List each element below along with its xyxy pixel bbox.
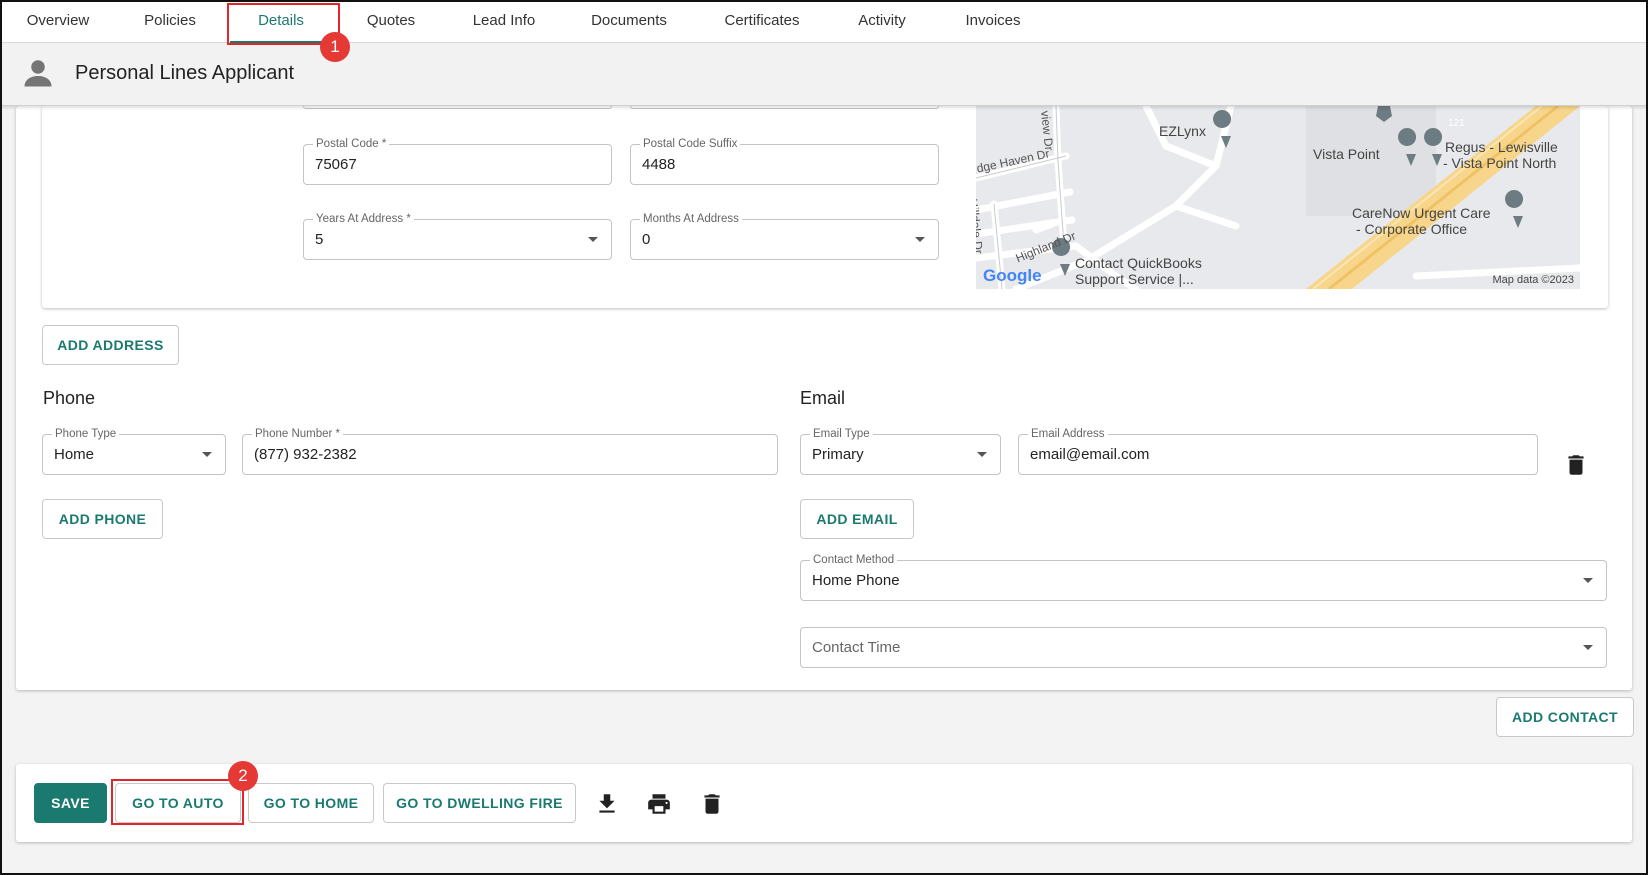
months-at-address-label: Months At Address xyxy=(640,212,742,226)
years-at-address-value: 5 xyxy=(315,231,324,248)
contact-method-value: Home Phone xyxy=(812,572,900,589)
print-icon[interactable] xyxy=(646,791,672,817)
tab-certificates[interactable]: Certificates xyxy=(712,0,812,43)
go-to-auto-button[interactable]: GO TO AUTO xyxy=(115,783,241,823)
email-address-label: Email Address xyxy=(1028,427,1108,441)
email-type-value: Primary xyxy=(812,446,864,463)
tab-details[interactable]: Details xyxy=(230,0,332,43)
tab-activity[interactable]: Activity xyxy=(848,0,916,43)
months-at-address-value: 0 xyxy=(642,231,651,248)
map-place-label: Contact QuickBooks xyxy=(1075,255,1202,271)
dropdown-arrow-icon xyxy=(1583,645,1593,650)
annotation-badge-2: 2 xyxy=(228,761,258,791)
phone-type-select[interactable]: Phone Type Home xyxy=(42,427,226,475)
phone-type-label: Phone Type xyxy=(52,427,120,441)
address-field-above[interactable] xyxy=(303,106,612,109)
page-header: Personal Lines Applicant xyxy=(0,43,1648,106)
postal-code-label: Postal Code * xyxy=(313,137,390,151)
person-icon xyxy=(24,60,52,87)
tab-policies[interactable]: Policies xyxy=(130,0,210,43)
phone-section-title: Phone xyxy=(43,388,96,408)
annotation-badge-1: 1 xyxy=(320,32,350,62)
dropdown-arrow-icon xyxy=(588,237,598,242)
phone-number-input[interactable]: Phone Number * (877) 932-2382 xyxy=(242,427,778,475)
email-address-input[interactable]: Email Address email@email.com xyxy=(1018,427,1538,475)
map-place-label: Support Service |... xyxy=(1075,271,1194,287)
contact-method-select[interactable]: Contact Method Home Phone xyxy=(800,553,1607,601)
map-roads xyxy=(976,106,1580,289)
add-address-button[interactable]: ADD ADDRESS xyxy=(42,325,179,365)
tab-quotes[interactable]: Quotes xyxy=(354,0,428,43)
dropdown-arrow-icon xyxy=(915,237,925,242)
map-place-label: - Vista Point North xyxy=(1443,155,1557,171)
contact-method-label: Contact Method xyxy=(810,553,898,567)
delete-icon[interactable] xyxy=(699,791,725,817)
dropdown-arrow-icon xyxy=(977,452,987,457)
tab-lead-info[interactable]: Lead Info xyxy=(465,0,543,43)
tab-documents[interactable]: Documents xyxy=(580,0,678,43)
phone-number-label: Phone Number * xyxy=(252,427,344,441)
postal-code-suffix-value: 4488 xyxy=(642,156,676,173)
tab-bar: Overview Policies Details Quotes Lead In… xyxy=(0,0,1648,43)
contact-time-select[interactable]: Contact Time xyxy=(800,627,1607,668)
map-credit: Map data ©2023 xyxy=(1492,274,1575,286)
postal-code-value: 75067 xyxy=(315,156,357,173)
postal-code-field[interactable]: Postal Code * 75067 xyxy=(303,137,612,185)
map-place-label: Vista Point xyxy=(1313,146,1380,162)
email-type-select[interactable]: Email Type Primary xyxy=(800,427,1001,475)
delete-email-icon[interactable] xyxy=(1563,452,1589,478)
map-place-label: - Corporate Office xyxy=(1356,221,1468,237)
months-at-address-select[interactable]: Months At Address 0 xyxy=(630,212,939,260)
phone-type-value: Home xyxy=(54,446,95,463)
map-place-label: Regus - Lewisville xyxy=(1445,139,1558,155)
route-number: 121 xyxy=(1448,118,1465,129)
download-icon[interactable] xyxy=(594,791,620,817)
dropdown-arrow-icon xyxy=(202,452,212,457)
address-field-above-right[interactable] xyxy=(630,106,939,109)
phone-number-value: (877) 932-2382 xyxy=(254,446,357,463)
postal-code-suffix-field[interactable]: Postal Code Suffix 4488 xyxy=(630,137,939,185)
google-logo: Google xyxy=(983,266,1042,285)
add-phone-button[interactable]: ADD PHONE xyxy=(42,499,163,539)
years-at-address-select[interactable]: Years At Address * 5 xyxy=(303,212,612,260)
dropdown-arrow-icon xyxy=(1583,578,1593,583)
email-section-title: Email xyxy=(800,388,846,408)
address-map[interactable]: dge Haven Dr Hilldale Dr Highland Dr vie… xyxy=(976,106,1580,289)
years-at-address-label: Years At Address * xyxy=(313,212,414,226)
save-button[interactable]: SAVE xyxy=(34,783,107,823)
map-place-label: EZLynx xyxy=(1159,123,1206,139)
contact-time-placeholder: Contact Time xyxy=(812,639,901,656)
go-to-home-button[interactable]: GO TO HOME xyxy=(248,783,374,823)
tab-overview[interactable]: Overview xyxy=(14,0,102,43)
add-contact-button[interactable]: ADD CONTACT xyxy=(1496,697,1634,737)
add-email-button[interactable]: ADD EMAIL xyxy=(800,499,914,539)
go-to-dwelling-fire-button[interactable]: GO TO DWELLING FIRE xyxy=(383,783,576,823)
postal-code-suffix-label: Postal Code Suffix xyxy=(640,137,741,151)
page-title: Personal Lines Applicant xyxy=(75,62,295,84)
email-address-value: email@email.com xyxy=(1030,446,1150,463)
map-place-label: CareNow Urgent Care xyxy=(1352,205,1491,221)
tab-invoices[interactable]: Invoices xyxy=(958,0,1028,43)
email-type-label: Email Type xyxy=(810,427,873,441)
